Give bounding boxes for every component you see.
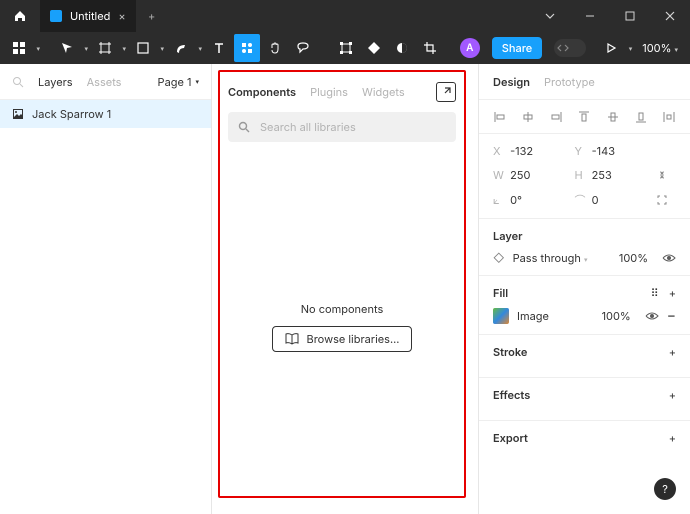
chevron-down-icon: ▾ (198, 44, 202, 53)
help-button[interactable]: ? (654, 478, 676, 500)
align-bottom-icon[interactable] (634, 111, 648, 123)
layer-section-label: Layer (493, 229, 523, 243)
resources-tool[interactable] (234, 34, 260, 62)
move-tool[interactable]: ▾ (54, 34, 90, 62)
tab-prototype[interactable]: Prototype (544, 75, 595, 89)
create-component-icon[interactable] (361, 34, 387, 62)
remove-fill-icon[interactable]: − (667, 309, 676, 323)
window-maximize-icon[interactable] (610, 11, 650, 21)
avatar[interactable]: A (460, 38, 480, 58)
chevron-down-icon: ▾ (84, 44, 88, 53)
resources-panel: Components Plugins Widgets Search all li… (218, 70, 466, 498)
tab-components[interactable]: Components (228, 85, 296, 99)
radius-value[interactable]: 0 (592, 193, 599, 207)
radius-icon: ⌒ (575, 192, 589, 208)
edit-object-icon[interactable] (333, 34, 359, 62)
shape-tool[interactable]: ▾ (130, 34, 166, 62)
layer-opacity[interactable]: 100% (619, 251, 648, 265)
hand-tool[interactable] (262, 34, 288, 62)
fill-swatch[interactable] (493, 308, 509, 324)
align-controls[interactable] (479, 100, 690, 134)
share-button[interactable]: Share (492, 37, 542, 59)
layer-name: Jack Sparrow 1 (32, 107, 111, 121)
fill-opacity[interactable]: 100% (602, 309, 631, 323)
tab-widgets[interactable]: Widgets (362, 85, 405, 99)
right-panel: Design Prototype X -132 Y -143 W 250 H 2… (478, 64, 690, 514)
window-minimize-icon[interactable] (570, 11, 610, 21)
empty-text: No components (301, 302, 384, 316)
chevron-down-icon: ▾ (36, 44, 40, 53)
browse-libraries-button[interactable]: Browse libraries... (272, 326, 413, 352)
blend-icon[interactable]: ◇ (493, 251, 505, 265)
zoom-level[interactable]: 100% ▾ (636, 41, 684, 55)
w-value[interactable]: 250 (510, 168, 530, 182)
window-close-icon[interactable] (650, 11, 690, 21)
tab-title: Untitled (70, 9, 110, 23)
home-button[interactable] (0, 9, 40, 23)
tab-plugins[interactable]: Plugins (310, 85, 348, 99)
visibility-icon[interactable] (662, 253, 676, 263)
add-fill-icon[interactable]: + (669, 286, 676, 300)
fill-type[interactable]: Image (517, 309, 549, 323)
canvas-area[interactable]: Components Plugins Widgets Search all li… (212, 64, 478, 514)
constrain-icon[interactable] (656, 169, 676, 181)
chevron-down-icon: ▾ (160, 44, 164, 53)
align-hcenter-icon[interactable] (521, 111, 535, 123)
add-effect-icon[interactable]: + (669, 388, 676, 402)
comment-tool[interactable] (290, 34, 316, 62)
avatar-initial: A (466, 42, 473, 54)
fill-visibility-icon[interactable] (645, 311, 659, 321)
distribute-icon[interactable] (662, 111, 676, 123)
tab-untitled[interactable]: Untitled × (40, 0, 136, 32)
popout-icon[interactable] (436, 82, 456, 102)
pen-tool[interactable]: ▾ (168, 34, 204, 62)
align-top-icon[interactable] (577, 111, 591, 123)
left-panel: Layers Assets Page 1▾ Jack Sparrow 1 (0, 64, 212, 514)
add-export-icon[interactable]: + (669, 431, 676, 445)
mask-icon[interactable] (389, 34, 415, 62)
window-chevron-icon[interactable] (530, 11, 570, 21)
align-left-icon[interactable] (493, 111, 507, 123)
book-icon (285, 333, 299, 345)
tab-layers[interactable]: Layers (38, 75, 73, 89)
close-tab-icon[interactable]: × (118, 9, 125, 23)
h-value[interactable]: 253 (592, 168, 612, 182)
tab-design[interactable]: Design (493, 75, 530, 89)
search-input[interactable]: Search all libraries (228, 112, 456, 142)
x-value[interactable]: -132 (510, 144, 533, 158)
fill-section-label: Fill (493, 286, 508, 300)
chevron-down-icon: ▾ (122, 44, 126, 53)
text-tool[interactable] (206, 34, 232, 62)
effects-section-label: Effects (493, 388, 530, 402)
pages-dropdown[interactable]: Page 1▾ (158, 75, 199, 89)
export-section-label: Export (493, 431, 528, 445)
blend-mode[interactable]: Pass through ▾ (513, 251, 588, 265)
independent-corners-icon[interactable] (656, 194, 676, 206)
chevron-down-icon: ▾ (629, 44, 633, 53)
main-menu-button[interactable]: ▾ (6, 34, 42, 62)
frame-tool[interactable]: ▾ (92, 34, 128, 62)
image-icon (12, 108, 24, 120)
dev-mode-toggle[interactable] (554, 39, 586, 57)
add-stroke-icon[interactable]: + (669, 345, 676, 359)
search-placeholder: Search all libraries (260, 120, 356, 134)
figma-favicon (50, 10, 62, 22)
search-icon[interactable] (12, 76, 24, 88)
rotation-value[interactable]: 0° (510, 193, 522, 207)
tab-assets[interactable]: Assets (87, 75, 122, 89)
y-value[interactable]: -143 (592, 144, 615, 158)
stroke-section-label: Stroke (493, 345, 527, 359)
new-tab-button[interactable]: + (136, 9, 168, 23)
styles-icon[interactable]: ⠿ (651, 286, 659, 300)
crop-icon[interactable] (417, 34, 443, 62)
angle-icon: ⟀ (493, 193, 507, 208)
align-right-icon[interactable] (549, 111, 563, 123)
align-vcenter-icon[interactable] (606, 111, 620, 123)
layer-row-selected[interactable]: Jack Sparrow 1 (0, 100, 211, 128)
present-button[interactable]: ▾ (598, 34, 634, 62)
search-icon (238, 121, 250, 133)
